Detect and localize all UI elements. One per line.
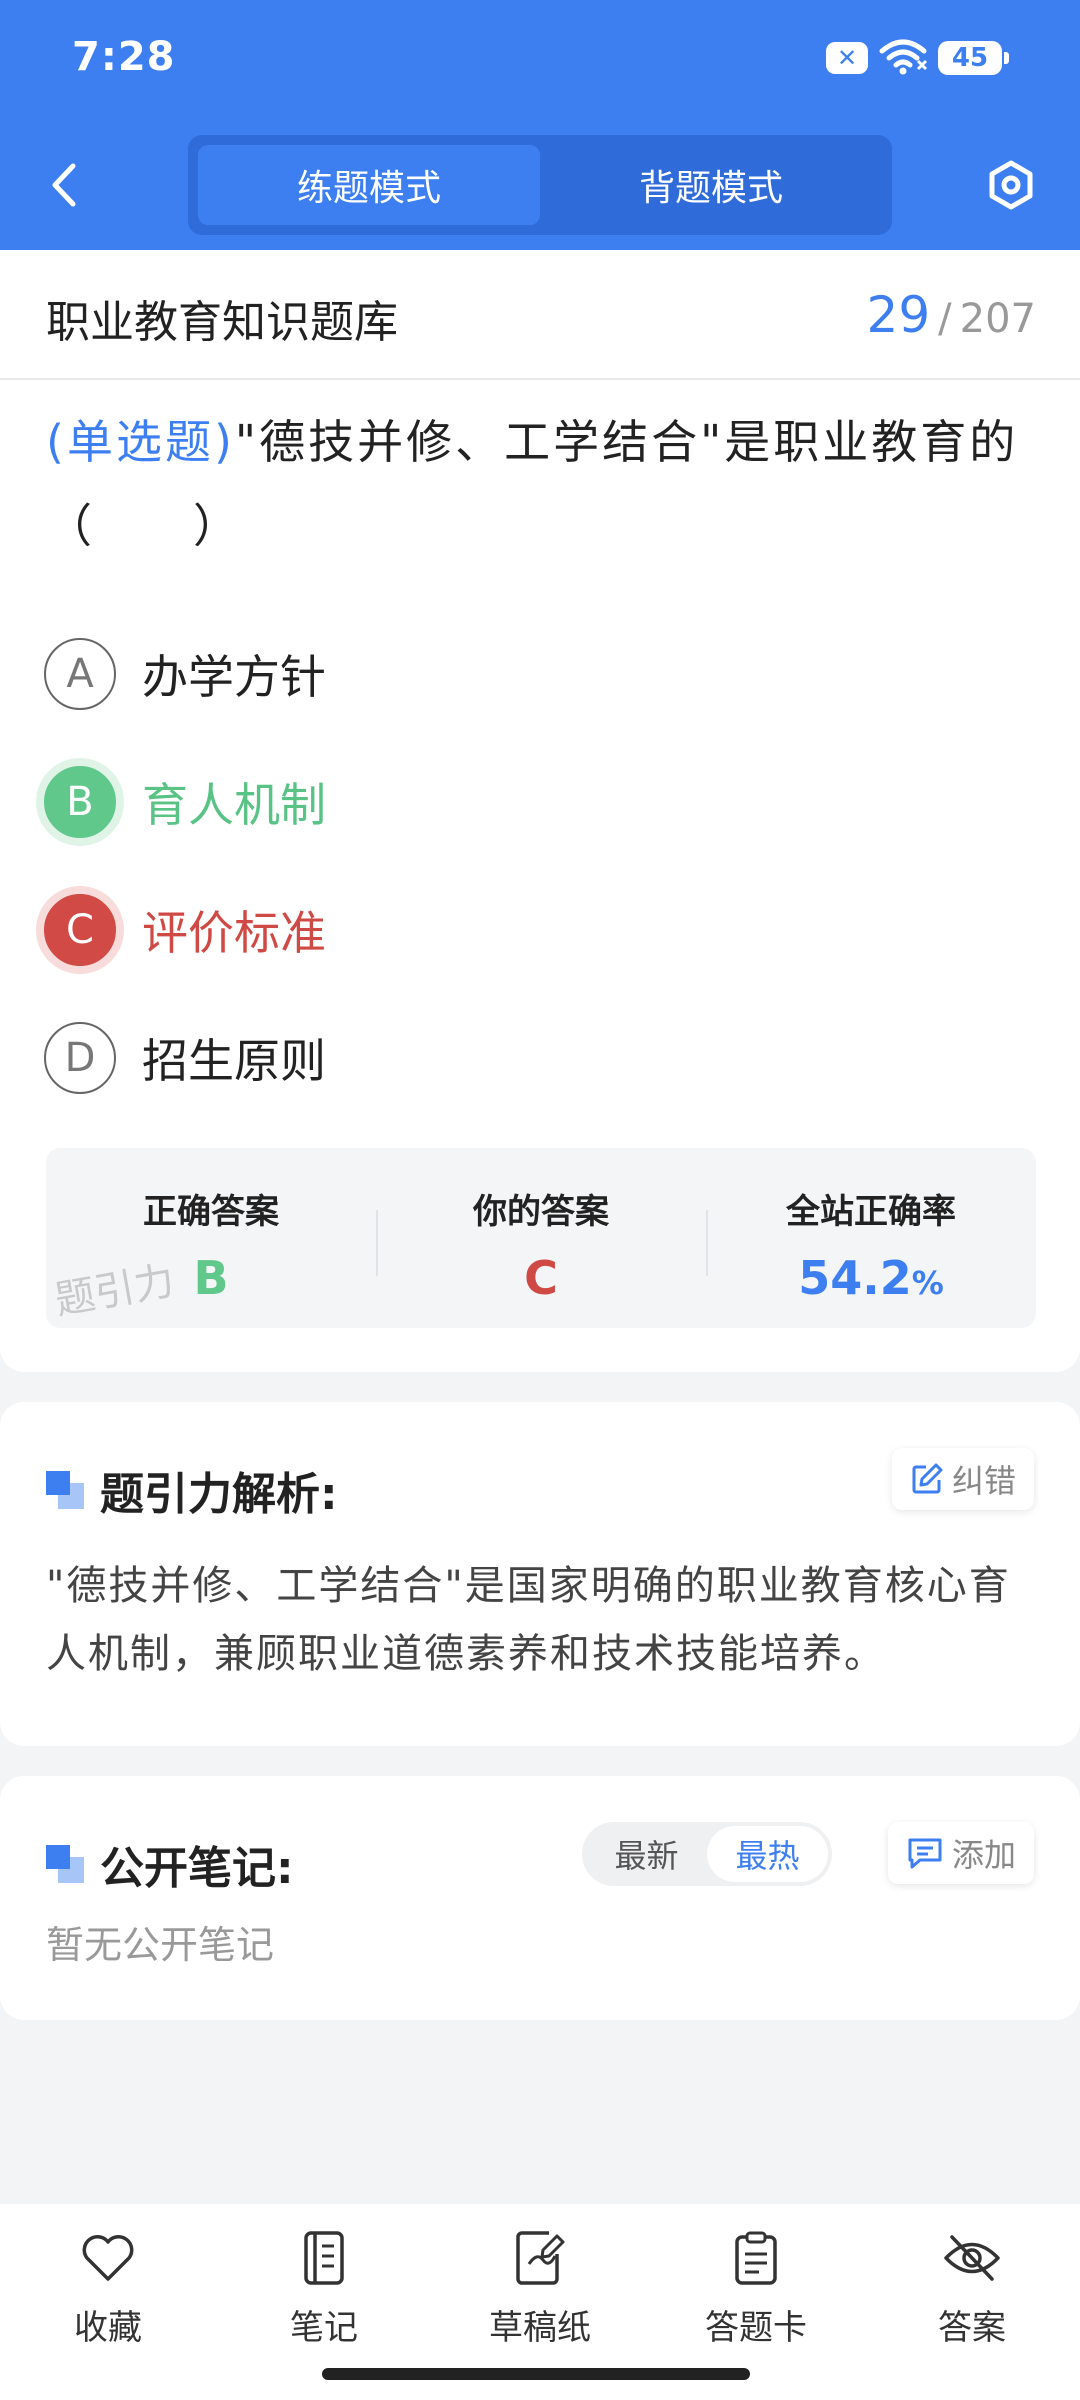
tab-practice-mode[interactable]: 练题模式 xyxy=(198,145,540,225)
option-text: 评价标准 xyxy=(142,906,326,960)
battery-icon: 45 xyxy=(938,41,1009,75)
question-stem: (单选题)"德技并修、工学结合"是职业教育的（ ） xyxy=(46,400,1046,568)
notes-header: 公开笔记: xyxy=(46,1832,294,1896)
option-d[interactable]: D 招生原则 xyxy=(44,994,1044,1122)
status-icons: ✕ 45 xyxy=(826,37,1009,79)
accuracy-number: 54.2 xyxy=(798,1251,912,1305)
option-text: 招生原则 xyxy=(142,1034,326,1088)
option-letter: A xyxy=(44,638,116,710)
status-time: 7:28 xyxy=(72,34,176,80)
sort-hottest[interactable]: 最热 xyxy=(707,1826,828,1882)
wifi-icon xyxy=(878,37,928,79)
progress-current: 29 xyxy=(866,286,931,344)
settings-button[interactable] xyxy=(978,150,1044,220)
comment-icon xyxy=(908,1838,942,1869)
settings-hexagon-icon xyxy=(989,160,1033,210)
my-answer-label: 你的答案 xyxy=(473,1192,609,1232)
back-button[interactable] xyxy=(36,150,92,220)
option-a[interactable]: A 办学方针 xyxy=(44,610,1044,738)
scratch-paper-icon xyxy=(508,2226,572,2290)
tab-memorize-mode[interactable]: 背题模式 xyxy=(540,145,882,225)
back-arrow-icon xyxy=(52,163,76,207)
home-indicator[interactable] xyxy=(322,2368,750,2380)
nav-scratch-label: 草稿纸 xyxy=(489,2308,591,2348)
report-error-label: 纠错 xyxy=(951,1462,1016,1500)
my-answer-col: 你的答案 C xyxy=(376,1148,706,1328)
notebook-icon xyxy=(292,2226,356,2290)
section-mark-icon xyxy=(46,1471,84,1509)
notes-title: 公开笔记: xyxy=(100,1843,294,1894)
nav-answer-card-label: 答题卡 xyxy=(705,2308,807,2348)
accuracy-value: 54.2% xyxy=(706,1251,1036,1305)
report-error-button[interactable]: 纠错 xyxy=(891,1448,1034,1510)
add-note-label: 添加 xyxy=(951,1836,1016,1874)
options-list: A 办学方针 B 育人机制 C 评价标准 D 招生原则 xyxy=(44,610,1044,1122)
question-progress[interactable]: 29 / 207 xyxy=(867,286,1036,344)
option-b[interactable]: B 育人机制 xyxy=(44,738,1044,866)
top-bar: 7:28 ✕ 45 练题模式 背题模式 xyxy=(0,0,1080,250)
accuracy-unit: % xyxy=(911,1264,944,1302)
correct-answer-label: 正确答案 xyxy=(143,1192,279,1232)
option-letter: D xyxy=(44,1022,116,1094)
bank-title: 职业教育知识题库 xyxy=(46,297,398,348)
correct-answer-col: 正确答案 B 题引力 xyxy=(46,1148,376,1328)
bank-header: 职业教育知识题库 29 / 207 xyxy=(0,250,1080,380)
nav-show-answer-label: 答案 xyxy=(938,2308,1006,2348)
answer-card-icon xyxy=(724,2226,788,2290)
analysis-text: "德技并修、工学结合"是国家明确的职业教育核心育人机制，兼顾职业道德素养和技术技… xyxy=(46,1563,1011,1677)
notes-empty-text: 暂无公开笔记 xyxy=(46,1923,275,1967)
sim-blocked-icon: ✕ xyxy=(826,42,868,74)
heart-icon xyxy=(76,2226,140,2290)
my-answer-value: C xyxy=(524,1251,558,1305)
eye-off-icon xyxy=(940,2226,1004,2290)
analysis-title: 题引力解析: xyxy=(100,1469,338,1520)
option-c[interactable]: C 评价标准 xyxy=(44,866,1044,994)
option-text: 办学方针 xyxy=(142,650,326,704)
option-text: 育人机制 xyxy=(142,778,326,832)
notes-card: 公开笔记: 最新 最热 添加 暂无公开笔记 xyxy=(0,1776,1080,2020)
nav-favorite[interactable]: 收藏 xyxy=(0,2204,216,2400)
section-mark-icon xyxy=(46,1845,84,1883)
progress-separator: / xyxy=(938,296,952,342)
add-note-button[interactable]: 添加 xyxy=(887,1822,1034,1884)
sort-newest[interactable]: 最新 xyxy=(586,1826,707,1882)
notes-sort-toggle: 最新 最热 xyxy=(582,1822,832,1886)
nav-show-answer[interactable]: 答案 xyxy=(864,2204,1080,2400)
analysis-header: 题引力解析: xyxy=(46,1458,338,1522)
option-letter: C xyxy=(44,894,116,966)
mode-tabs: 练题模式 背题模式 xyxy=(188,135,892,235)
accuracy-label: 全站正确率 xyxy=(786,1192,956,1232)
analysis-card: 题引力解析: 纠错 "德技并修、工学结合"是国家明确的职业教育核心育人机制，兼顾… xyxy=(0,1402,1080,1746)
answer-panel: 正确答案 B 题引力 你的答案 C 全站正确率 54.2% xyxy=(46,1148,1036,1328)
option-letter: B xyxy=(44,766,116,838)
nav-notes-label: 笔记 xyxy=(290,2308,358,2348)
progress-total: 207 xyxy=(959,296,1036,342)
accuracy-col: 全站正确率 54.2% xyxy=(706,1148,1036,1328)
question-card: 职业教育知识题库 29 / 207 (单选题)"德技并修、工学结合"是职业教育的… xyxy=(0,250,1080,1372)
nav-favorite-label: 收藏 xyxy=(74,2308,142,2348)
edit-icon xyxy=(912,1463,943,1494)
question-type: (单选题) xyxy=(46,415,235,469)
